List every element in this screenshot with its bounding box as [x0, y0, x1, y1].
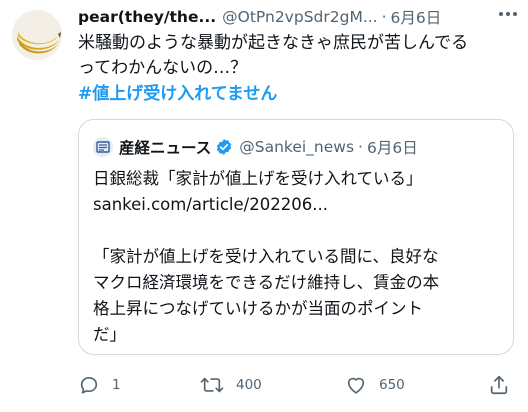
tweet-text-line: 米騒動のような暴動が起きなきゃ庶民が苦しんでる	[78, 33, 469, 53]
quoted-display-name[interactable]: 産経ニュース	[119, 136, 211, 158]
quote-link[interactable]: sankei.com/article/202206...	[93, 192, 505, 218]
quote-blank-line	[93, 218, 505, 244]
sankei-logo-icon	[93, 137, 113, 157]
banana-avatar-image	[12, 10, 62, 60]
tweet[interactable]: pear(they/the... @OtPn2vpSdr2gM... · 6月6…	[0, 0, 528, 412]
reply-icon	[78, 374, 100, 396]
quoted-tweet-header: 産経ニュース @Sankei_news · 6月6日	[93, 136, 418, 158]
tweet-text: 米騒動のような暴動が起きなきゃ庶民が苦しんでる ってわかんないの…？	[78, 31, 518, 81]
action-bar: 1 400 650	[78, 372, 518, 398]
like-count: 650	[379, 377, 405, 393]
reply-button[interactable]: 1	[78, 372, 121, 398]
quoted-tweet[interactable]: 産経ニュース @Sankei_news · 6月6日 日銀総裁「家計が値上げを受…	[78, 119, 514, 355]
verified-badge-icon	[215, 138, 233, 156]
quoted-tweet-text: 日銀総裁「家計が値上げを受け入れている」 sankei.com/article/…	[93, 166, 505, 348]
separator-dot: ·	[381, 8, 387, 26]
quote-text-line: だ」	[93, 325, 126, 344]
share-icon	[488, 374, 510, 396]
retweet-count: 400	[236, 377, 262, 393]
retweet-icon	[200, 374, 224, 396]
display-name[interactable]: pear(they/the...	[78, 8, 216, 26]
share-button[interactable]	[488, 372, 510, 398]
quoted-user-handle[interactable]: @Sankei_news	[239, 138, 354, 156]
hashtag-link[interactable]: #値上げ受け入れてません	[78, 82, 277, 107]
more-options-icon[interactable]	[496, 4, 520, 24]
quote-text-line: マクロ経済環境をできるだけ維持し、賃金の本	[93, 273, 440, 292]
quote-text-line: 格上昇につなげていけるかが当面のポイント	[93, 299, 423, 318]
tweet-text-line: ってわかんないの…？	[78, 58, 248, 78]
heart-icon	[345, 374, 367, 396]
quote-text-line: 「家計が値上げを受け入れている間に、良好な	[93, 247, 439, 266]
retweet-button[interactable]: 400	[200, 372, 262, 398]
avatar[interactable]	[12, 10, 62, 60]
tweet-header: pear(they/the... @OtPn2vpSdr2gM... · 6月6…	[78, 6, 518, 28]
separator-dot: ·	[358, 138, 363, 156]
user-handle[interactable]: @OtPn2vpSdr2gM...	[222, 8, 377, 26]
quote-text-line: 日銀総裁「家計が値上げを受け入れている」	[93, 169, 423, 188]
reply-count: 1	[112, 377, 121, 393]
tweet-date[interactable]: 6月6日	[391, 6, 442, 28]
quoted-tweet-date[interactable]: 6月6日	[367, 136, 418, 158]
like-button[interactable]: 650	[345, 372, 405, 398]
